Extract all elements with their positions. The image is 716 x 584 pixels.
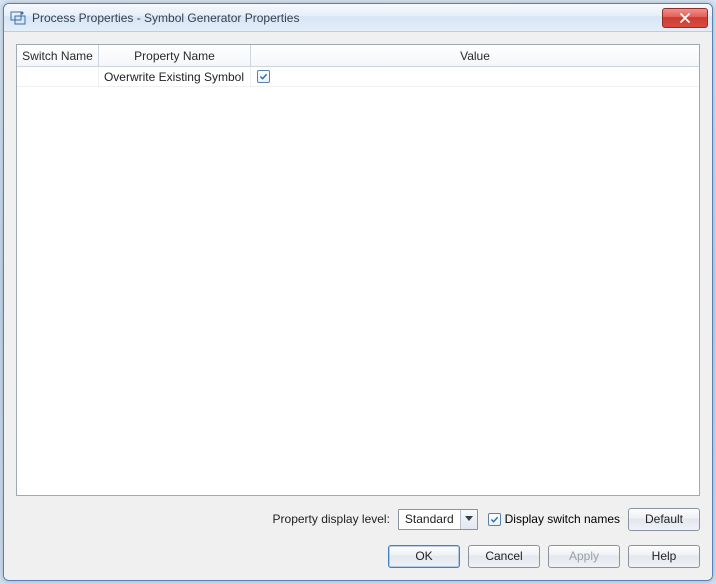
window-title: Process Properties - Symbol Generator Pr… [32,11,662,25]
cell-property-name: Overwrite Existing Symbol [99,67,251,86]
col-header-value[interactable]: Value [251,45,699,66]
display-level-value: Standard [399,512,460,526]
overwrite-existing-symbol-checkbox[interactable] [257,70,270,83]
options-row: Property display level: Standard Display… [16,506,700,532]
display-switch-names-label: Display switch names [505,512,620,526]
close-button[interactable] [662,8,708,28]
display-level-combobox[interactable]: Standard [398,509,478,530]
apply-button[interactable]: Apply [548,545,620,568]
cell-switch-name [17,67,99,86]
properties-grid: Switch Name Property Name Value Overwrit… [16,44,700,496]
display-level-label: Property display level: [273,512,390,526]
grid-header: Switch Name Property Name Value [17,45,699,67]
client-area: Switch Name Property Name Value Overwrit… [4,32,712,580]
ok-button[interactable]: OK [388,545,460,568]
default-button[interactable]: Default [628,508,700,531]
display-switch-names-checkbox[interactable] [488,513,501,526]
display-switch-names-option[interactable]: Display switch names [486,512,620,526]
titlebar[interactable]: Process Properties - Symbol Generator Pr… [4,4,712,32]
col-header-switch-name[interactable]: Switch Name [17,45,99,66]
cell-value[interactable] [251,67,699,86]
chevron-down-icon[interactable] [460,510,477,529]
cancel-button[interactable]: Cancel [468,545,540,568]
help-button[interactable]: Help [628,545,700,568]
table-row[interactable]: Overwrite Existing Symbol [17,67,699,87]
dialog-window: Process Properties - Symbol Generator Pr… [3,3,713,581]
dialog-buttons: OK Cancel Apply Help [16,542,700,570]
col-header-property-name[interactable]: Property Name [99,45,251,66]
app-icon [10,10,26,26]
grid-body: Overwrite Existing Symbol [17,67,699,495]
